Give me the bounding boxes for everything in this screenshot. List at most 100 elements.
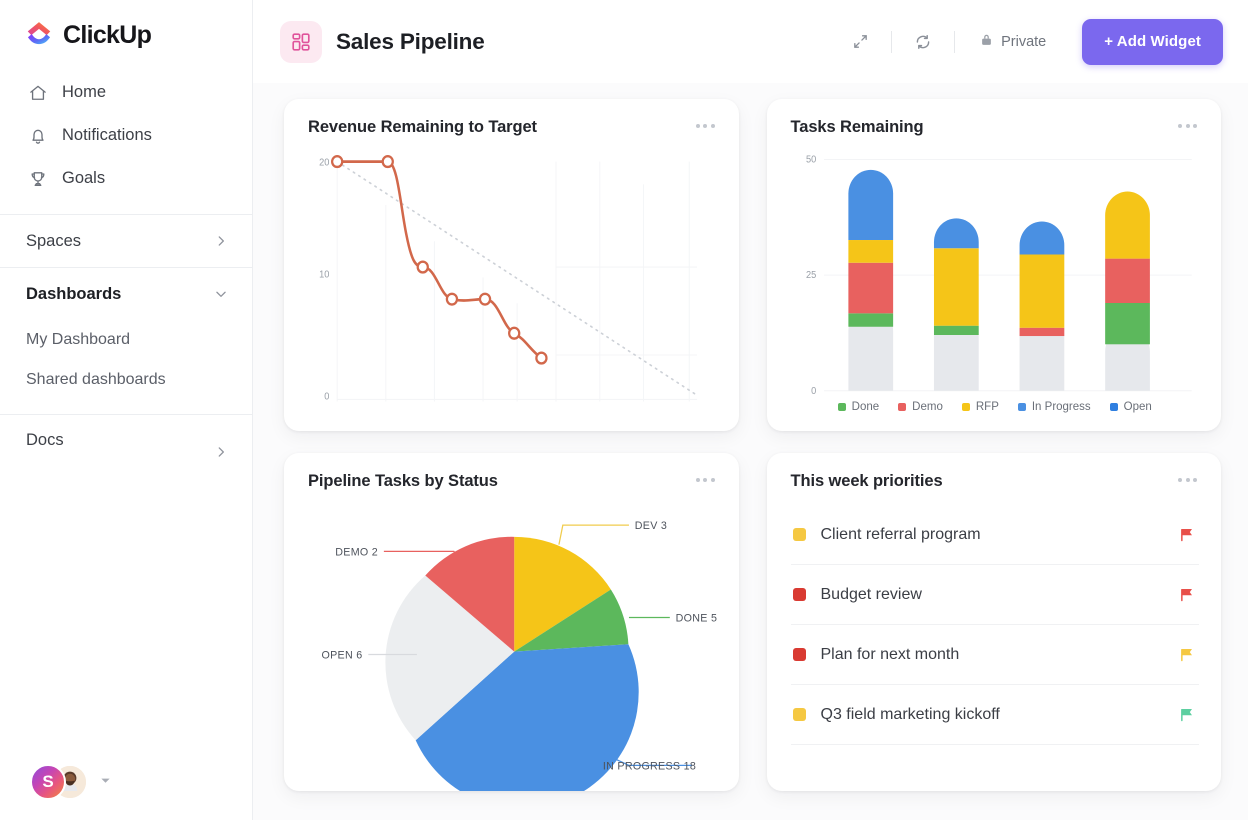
sidebar-item-spaces[interactable]: Spaces [0, 215, 252, 267]
home-icon [27, 82, 48, 103]
data-point-markers [331, 155, 548, 365]
widget-menu-button[interactable] [1176, 472, 1199, 488]
bell-icon [27, 125, 48, 146]
list-item-label: Budget review [820, 585, 922, 603]
list-item[interactable]: Client referral program [790, 505, 1199, 565]
y-tick-label: 0 [324, 391, 329, 402]
sidebar-item-label: Notifications [62, 126, 152, 144]
list-item-label: Plan for next month [820, 645, 960, 663]
divider [891, 30, 893, 53]
widget-tasks-remaining: Tasks Remaining 50 25 0 Done Demo RFP In… [766, 99, 1221, 431]
brand-logo[interactable]: ClickUp [0, 0, 252, 67]
pie-label: DONE 5 [676, 612, 718, 624]
widget-title: This week priorities [790, 472, 943, 490]
sidebar-item-home[interactable]: Home [0, 71, 252, 114]
flag-icon[interactable] [1179, 527, 1195, 543]
legend-item: Done [837, 401, 879, 413]
widget-menu-button[interactable] [694, 118, 717, 134]
flag-icon[interactable] [1179, 707, 1195, 723]
sidebar-item-label: Home [62, 83, 107, 101]
pie-label: IN PROGRESS 18 [603, 760, 696, 772]
y-tick-label: 25 [806, 270, 816, 281]
bar-column [933, 218, 979, 391]
widget-title: Pipeline Tasks by Status [308, 472, 498, 490]
primary-nav: Home Notifications Goals [0, 67, 252, 214]
widget-revenue-remaining: Revenue Remaining to Target 20 10 0 [284, 99, 739, 431]
widget-title: Revenue Remaining to Target [308, 118, 537, 136]
y-tick-label: 0 [811, 386, 816, 397]
sidebar: ClickUp Home Notifications Goals Spaces … [0, 0, 253, 820]
flag-icon[interactable] [1179, 587, 1195, 603]
priority-list: Client referral program Budget review Pl… [790, 497, 1199, 745]
trophy-icon [27, 168, 48, 189]
widget-grid: Revenue Remaining to Target 20 10 0 Task… [253, 83, 1248, 820]
privacy-label: Private [1001, 33, 1047, 50]
widget-menu-button[interactable] [1176, 118, 1199, 134]
pie-label: DEV 3 [635, 520, 667, 532]
list-item[interactable]: Q3 field marketing kickoff [790, 685, 1199, 745]
page-title: Sales Pipeline [336, 28, 485, 54]
sidebar-item-dashboards[interactable]: Dashboards [0, 268, 252, 320]
legend-item: Open [1109, 401, 1152, 413]
expand-arrows-icon[interactable] [843, 25, 877, 59]
divider [954, 30, 956, 53]
y-tick-label: 10 [319, 269, 329, 280]
legend-item: RFP [961, 401, 999, 413]
lock-icon [979, 32, 994, 51]
avatar-initial: S [42, 772, 54, 791]
chevron-right-icon[interactable] [214, 234, 228, 248]
bar-column [1104, 191, 1150, 391]
list-item-label: Q3 field marketing kickoff [820, 705, 1000, 723]
sidebar-section-docs: Docs [0, 414, 252, 473]
refresh-icon[interactable] [906, 25, 940, 59]
avatar[interactable]: S [30, 764, 66, 800]
status-badge [792, 648, 806, 661]
sidebar-item-my-dashboard[interactable]: My Dashboard [0, 320, 252, 360]
widget-pipeline-by-status: Pipeline Tasks by Status DEV 3 DONE 5 IN… [284, 453, 739, 791]
legend-item: In Progress [1017, 401, 1091, 413]
y-tick-label: 20 [319, 158, 329, 169]
sidebar-item-docs[interactable]: Docs [0, 415, 252, 473]
add-widget-button[interactable]: + Add Widget [1082, 18, 1223, 65]
list-item-label: Client referral program [820, 525, 981, 543]
widget-menu-button[interactable] [694, 472, 717, 488]
flag-icon[interactable] [1179, 647, 1195, 663]
sidebar-item-goals[interactable]: Goals [0, 157, 252, 200]
sidebar-item-shared-dashboards[interactable]: Shared dashboards [0, 360, 252, 400]
line-chart: 20 10 0 [308, 143, 717, 417]
stacked-bar-chart: 50 25 0 [791, 143, 1200, 399]
caret-down-icon[interactable] [100, 773, 111, 791]
privacy-toggle[interactable]: Private [969, 25, 1056, 59]
sidebar-subitem-label: Shared dashboards [26, 371, 166, 388]
sidebar-section-spaces: Spaces [0, 214, 252, 267]
sidebar-item-notifications[interactable]: Notifications [0, 114, 252, 157]
legend-item: Demo [898, 401, 943, 413]
sidebar-item-label: Spaces [26, 231, 82, 250]
list-item[interactable]: Budget review [790, 565, 1199, 625]
clickup-logo-icon [24, 18, 54, 53]
main-content: Sales Pipeline Private + Add Widget Reve… [253, 0, 1248, 820]
widget-this-week-priorities: This week priorities Client referral pro… [766, 453, 1221, 791]
page-header: Sales Pipeline Private + Add Widget [253, 0, 1248, 83]
bar-column [1019, 221, 1064, 391]
chart-legend: Done Demo RFP In Progress Open [791, 399, 1200, 417]
chevron-down-icon[interactable] [214, 287, 228, 301]
user-account-switcher[interactable]: S [0, 764, 252, 820]
y-tick-label: 50 [806, 154, 816, 165]
bar-column [847, 169, 893, 391]
list-item[interactable]: Plan for next month [790, 625, 1199, 685]
status-badge [792, 528, 806, 541]
sidebar-section-dashboards: Dashboards My Dashboard Shared dashboard… [0, 267, 252, 414]
sidebar-subitem-label: My Dashboard [26, 331, 131, 348]
sidebar-item-label: Docs [26, 431, 64, 449]
widget-title: Tasks Remaining [790, 118, 924, 136]
status-badge [792, 588, 806, 601]
chevron-right-icon[interactable] [214, 445, 228, 459]
dashboard-grid-icon [280, 20, 322, 63]
pie-label: OPEN 6 [322, 649, 363, 661]
sidebar-item-label: Dashboards [26, 284, 122, 303]
status-badge [792, 708, 806, 721]
avatar-group[interactable]: S [30, 764, 88, 800]
pie-chart: DEV 3 DONE 5 IN PROGRESS 18 OPEN 6 DEMO … [308, 497, 718, 791]
pie-label: DEMO 2 [335, 546, 378, 558]
